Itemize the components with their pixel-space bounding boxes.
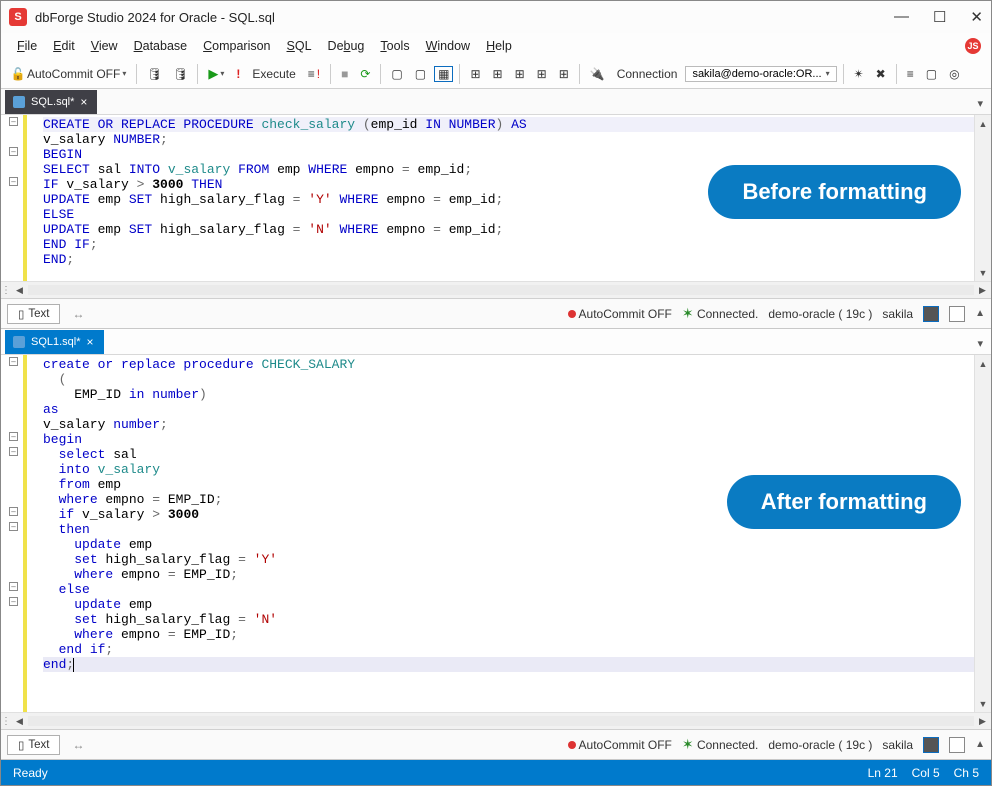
fold-icon[interactable]: – (9, 447, 18, 456)
schema-name: sakila (882, 738, 913, 752)
refresh-icon[interactable]: ⟳ (356, 65, 374, 83)
status-col: Col 5 (912, 766, 940, 780)
pane-2-status: ▯ Text ↔ AutoCommit OFF ✶ Connected. dem… (1, 729, 991, 759)
file-tab-sql1[interactable]: SQL1.sql*× (5, 330, 104, 354)
menu-sql[interactable]: SQL (281, 37, 318, 55)
autocommit-status: AutoCommit OFF (568, 738, 672, 752)
connected-status: ✶ Connected. (682, 305, 758, 322)
editor-gutter: – – – (1, 115, 31, 281)
autocommit-toggle[interactable]: 🔓AutoCommit OFF ▾ (7, 65, 130, 83)
tabstrip-1: SQL.sql*× ▾ (1, 89, 991, 115)
grid-icon-3[interactable]: ⊞ (511, 65, 529, 83)
before-formatting-badge: Before formatting (708, 165, 961, 219)
tabstrip-2: SQL1.sql*× ▾ (1, 329, 991, 355)
fold-icon[interactable]: – (9, 117, 18, 126)
connection-dropdown[interactable]: sakila@demo-oracle:OR...▾ (685, 66, 836, 82)
vertical-scrollbar[interactable]: ▲▼ (974, 115, 991, 281)
menubar: File Edit View Database Comparison SQL D… (1, 33, 991, 59)
app-icon: S (9, 8, 27, 26)
tool-icon-c[interactable]: ≡ (903, 65, 918, 83)
execute-button[interactable]: Execute (248, 65, 299, 83)
fold-icon[interactable]: – (9, 147, 18, 156)
status-line: Ln 21 (868, 766, 898, 780)
autocommit-status: AutoCommit OFF (568, 307, 672, 321)
grid-icon-2[interactable]: ⊞ (489, 65, 507, 83)
tool-icon-d[interactable]: ▢ (922, 65, 941, 83)
text-view-button[interactable]: ▯ Text (7, 735, 60, 755)
collapse-icon[interactable]: ▲ (975, 308, 985, 319)
grid-icon-4[interactable]: ⊞ (533, 65, 551, 83)
connection-label: Connection (613, 65, 682, 83)
fold-icon[interactable]: – (9, 357, 18, 366)
sql-file-icon (13, 96, 25, 108)
main-toolbar: 🔓AutoCommit OFF ▾ 🛢 🛢 ▶▾ ! Execute ≡! ■ … (1, 59, 991, 89)
fold-icon[interactable]: – (9, 177, 18, 186)
maximize-button[interactable]: ☐ (933, 8, 946, 26)
pane-1-status: ▯ Text ↔ AutoCommit OFF ✶ Connected. dem… (1, 298, 991, 328)
menu-file[interactable]: File (11, 37, 43, 55)
server-name: demo-oracle ( 19c ) (768, 307, 872, 321)
menu-help[interactable]: Help (480, 37, 518, 55)
run-button[interactable]: ▶▾ (204, 64, 228, 84)
status-ready: Ready (13, 766, 48, 780)
results-icon[interactable]: ↔ (68, 736, 88, 754)
status-ch: Ch 5 (954, 766, 979, 780)
layout-box-2[interactable] (949, 737, 965, 753)
schema-name: sakila (882, 307, 913, 321)
js-badge-icon: JS (965, 38, 981, 54)
fold-icon[interactable]: – (9, 432, 18, 441)
grid-icon-1[interactable]: ⊞ (466, 65, 484, 83)
window-title: dbForge Studio 2024 for Oracle - SQL.sql (35, 10, 275, 25)
stop-button[interactable]: ! (232, 65, 244, 83)
server-name: demo-oracle ( 19c ) (768, 738, 872, 752)
menu-database[interactable]: Database (128, 37, 194, 55)
menu-comparison[interactable]: Comparison (197, 37, 276, 55)
db-icon-2[interactable]: 🛢 (169, 65, 191, 83)
layout-box-1[interactable] (923, 737, 939, 753)
vertical-scrollbar[interactable]: ▲▼ (974, 355, 991, 712)
statusbar: Ready Ln 21 Col 5 Ch 5 (1, 760, 991, 785)
connection-icon[interactable]: 🔌 (586, 65, 609, 83)
fold-icon[interactable]: – (9, 522, 18, 531)
tool-icon-b[interactable]: ✖ (872, 65, 890, 83)
tabstrip-overflow-icon[interactable]: ▾ (973, 93, 987, 114)
tool-icon-2[interactable]: ▢ (411, 65, 430, 83)
close-tab-icon[interactable]: × (80, 95, 87, 109)
layout-box-2[interactable] (949, 306, 965, 322)
fold-icon[interactable]: – (9, 507, 18, 516)
titlebar: S dbForge Studio 2024 for Oracle - SQL.s… (1, 1, 991, 33)
connected-status: ✶ Connected. (682, 736, 758, 753)
tabstrip-overflow-icon[interactable]: ▾ (973, 333, 987, 354)
code-editor-after[interactable]: create or replace procedure CHECK_SALARY… (31, 355, 974, 712)
close-button[interactable]: ✕ (970, 8, 983, 26)
stop-icon[interactable]: ■ (337, 65, 352, 83)
fold-icon[interactable]: – (9, 582, 18, 591)
menu-debug[interactable]: Debug (322, 37, 371, 55)
tool-icon-1[interactable]: ▢ (387, 65, 406, 83)
tool-icon-e[interactable]: ◎ (945, 65, 963, 83)
horizontal-scrollbar[interactable]: ⋮◀▶ (1, 281, 991, 298)
tool-icon-a[interactable]: ✴ (850, 65, 868, 83)
layout-box-1[interactable] (923, 306, 939, 322)
menu-edit[interactable]: Edit (47, 37, 81, 55)
text-view-button[interactable]: ▯ Text (7, 304, 60, 324)
menu-view[interactable]: View (85, 37, 124, 55)
execute-to-cursor-icon[interactable]: ≡! (304, 65, 324, 83)
tool-icon-3[interactable]: ▦ (434, 66, 453, 82)
file-tab-sql[interactable]: SQL.sql*× (5, 90, 97, 114)
results-icon[interactable]: ↔ (68, 305, 88, 323)
after-formatting-badge: After formatting (727, 475, 961, 529)
menu-window[interactable]: Window (420, 37, 476, 55)
sql-file-icon (13, 336, 25, 348)
db-icon-1[interactable]: 🛢 (143, 65, 165, 83)
fold-icon[interactable]: – (9, 597, 18, 606)
horizontal-scrollbar[interactable]: ⋮◀▶ (1, 712, 991, 729)
close-tab-icon[interactable]: × (87, 335, 94, 349)
editor-gutter: – – – – – – – (1, 355, 31, 712)
minimize-button[interactable]: — (894, 8, 909, 26)
grid-icon-5[interactable]: ⊞ (555, 65, 573, 83)
collapse-icon[interactable]: ▲ (975, 739, 985, 750)
menu-tools[interactable]: Tools (374, 37, 415, 55)
